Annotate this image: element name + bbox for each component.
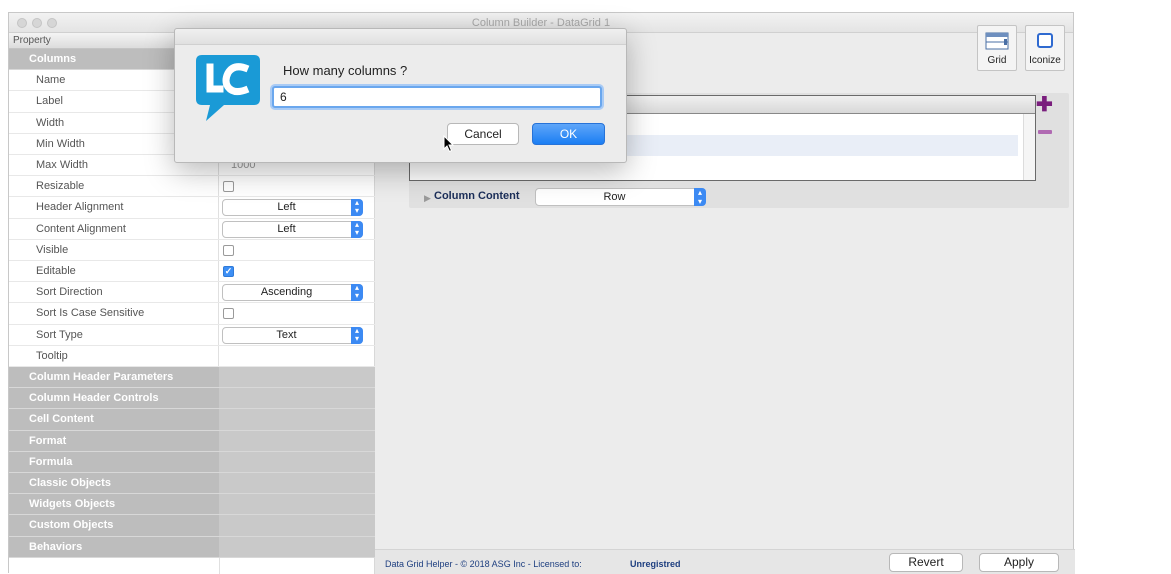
- dialog-prompt: How many columns ?: [283, 63, 408, 78]
- section-column-header-parameters[interactable]: + Column Header Parameters: [9, 367, 375, 389]
- property-row-sort-type[interactable]: Sort Type Text ▴ ▾: [9, 324, 375, 346]
- grid-scrollbar[interactable]: [1023, 114, 1035, 180]
- section-column-header-controls[interactable]: + Column Header Controls: [9, 388, 375, 410]
- mouse-pointer-icon: [443, 135, 455, 153]
- column-count-input[interactable]: 6: [272, 86, 602, 108]
- chevron-updown-icon: ▴ ▾: [351, 220, 363, 238]
- property-label: Tooltip: [9, 345, 219, 366]
- status-bar: Data Grid Helper - © 2018 ASG Inc - Lice…: [375, 549, 1075, 574]
- cancel-button[interactable]: Cancel: [447, 123, 519, 145]
- section-label: Classic Objects: [9, 473, 219, 494]
- column-content-label: Column Content: [434, 190, 520, 202]
- property-label: Visible: [9, 239, 219, 260]
- apply-button[interactable]: Apply: [979, 553, 1059, 572]
- select-value: Left: [277, 201, 296, 214]
- dialog-title-bar: [175, 29, 626, 45]
- section-widgets-objects[interactable]: + Widgets Objects: [9, 494, 375, 516]
- grid-icon: [985, 32, 1009, 50]
- iconize-label: Iconize: [1029, 55, 1061, 66]
- property-label: Sort Is Case Sensitive: [9, 303, 219, 324]
- livecode-logo-icon: [196, 55, 260, 121]
- section-behaviors[interactable]: + Behaviors: [9, 536, 375, 558]
- chevron-updown-icon: ▴ ▾: [351, 199, 363, 217]
- iconize-icon: [1037, 33, 1053, 48]
- section-format[interactable]: + Format: [9, 430, 375, 452]
- column-count-dialog: How many columns ? 6 Cancel OK: [174, 28, 627, 163]
- property-label: Sort Direction: [9, 282, 219, 303]
- add-column-button[interactable]: ✚: [1036, 95, 1053, 115]
- section-label: Widgets Objects: [9, 494, 219, 515]
- select-value: Text: [276, 328, 297, 341]
- property-row-tooltip[interactable]: Tooltip: [9, 345, 375, 367]
- property-row-editable[interactable]: Editable ✓: [9, 261, 375, 283]
- section-formula[interactable]: + Formula: [9, 451, 375, 473]
- property-row-sort-case[interactable]: Sort Is Case Sensitive: [9, 303, 375, 325]
- section-label: Behaviors: [9, 536, 219, 557]
- remove-column-button[interactable]: [1038, 130, 1052, 134]
- license-status: Unregistred: [630, 559, 681, 569]
- section-label: Cell Content: [9, 409, 219, 430]
- sort-type-select[interactable]: Text ▴ ▾: [222, 326, 363, 344]
- chevron-updown-icon: ▴ ▾: [694, 188, 706, 206]
- section-custom-objects[interactable]: + Custom Objects: [9, 515, 375, 537]
- editable-checkbox[interactable]: ✓: [223, 266, 234, 277]
- iconize-button[interactable]: Iconize: [1025, 25, 1065, 71]
- sort-direction-select[interactable]: Ascending ▴ ▾: [222, 284, 363, 302]
- content-alignment-select[interactable]: Left ▴ ▾: [222, 220, 363, 238]
- section-label: Column Header Parameters: [9, 367, 219, 388]
- status-text: Data Grid Helper - © 2018 ASG Inc - Lice…: [385, 559, 582, 569]
- property-row-sort-direction[interactable]: Sort Direction Ascending ▴ ▾: [9, 282, 375, 304]
- disclosure-triangle-icon[interactable]: ▶: [424, 193, 431, 204]
- property-row-resizable[interactable]: Resizable: [9, 176, 375, 198]
- property-label: Content Alignment: [9, 218, 219, 239]
- grid-label: Grid: [987, 55, 1007, 66]
- property-row-content-alignment[interactable]: Content Alignment Left ▴ ▾: [9, 218, 375, 240]
- header-alignment-select[interactable]: Left ▴ ▾: [222, 199, 363, 217]
- section-label: Custom Objects: [9, 515, 219, 536]
- select-value: Ascending: [260, 286, 313, 299]
- ok-button[interactable]: OK: [532, 123, 605, 145]
- property-label: Sort Type: [9, 324, 219, 345]
- sort-case-sensitive-checkbox[interactable]: [223, 308, 234, 320]
- property-label: Resizable: [9, 176, 219, 197]
- column-content-select[interactable]: Row ▴ ▾: [535, 188, 706, 206]
- property-label: Editable: [9, 261, 219, 282]
- section-cell-content[interactable]: + Cell Content: [9, 409, 375, 431]
- section-label: Format: [9, 430, 219, 451]
- property-row-visible[interactable]: Visible: [9, 239, 375, 261]
- revert-button[interactable]: Revert: [889, 553, 963, 572]
- select-value: Left: [277, 222, 296, 235]
- property-row-header-alignment[interactable]: Header Alignment Left ▴ ▾: [9, 197, 375, 219]
- select-value: Row: [603, 191, 626, 203]
- section-label: Column Header Controls: [9, 388, 219, 409]
- property-label: Header Alignment: [9, 197, 219, 218]
- resizable-checkbox[interactable]: [223, 181, 234, 193]
- section-classic-objects[interactable]: + Classic Objects: [9, 473, 375, 495]
- grid-button[interactable]: Grid: [977, 25, 1017, 71]
- chevron-updown-icon: ▴ ▾: [351, 284, 363, 302]
- section-label: Formula: [9, 451, 219, 472]
- chevron-updown-icon: ▴ ▾: [351, 326, 363, 344]
- visible-checkbox[interactable]: [223, 244, 234, 256]
